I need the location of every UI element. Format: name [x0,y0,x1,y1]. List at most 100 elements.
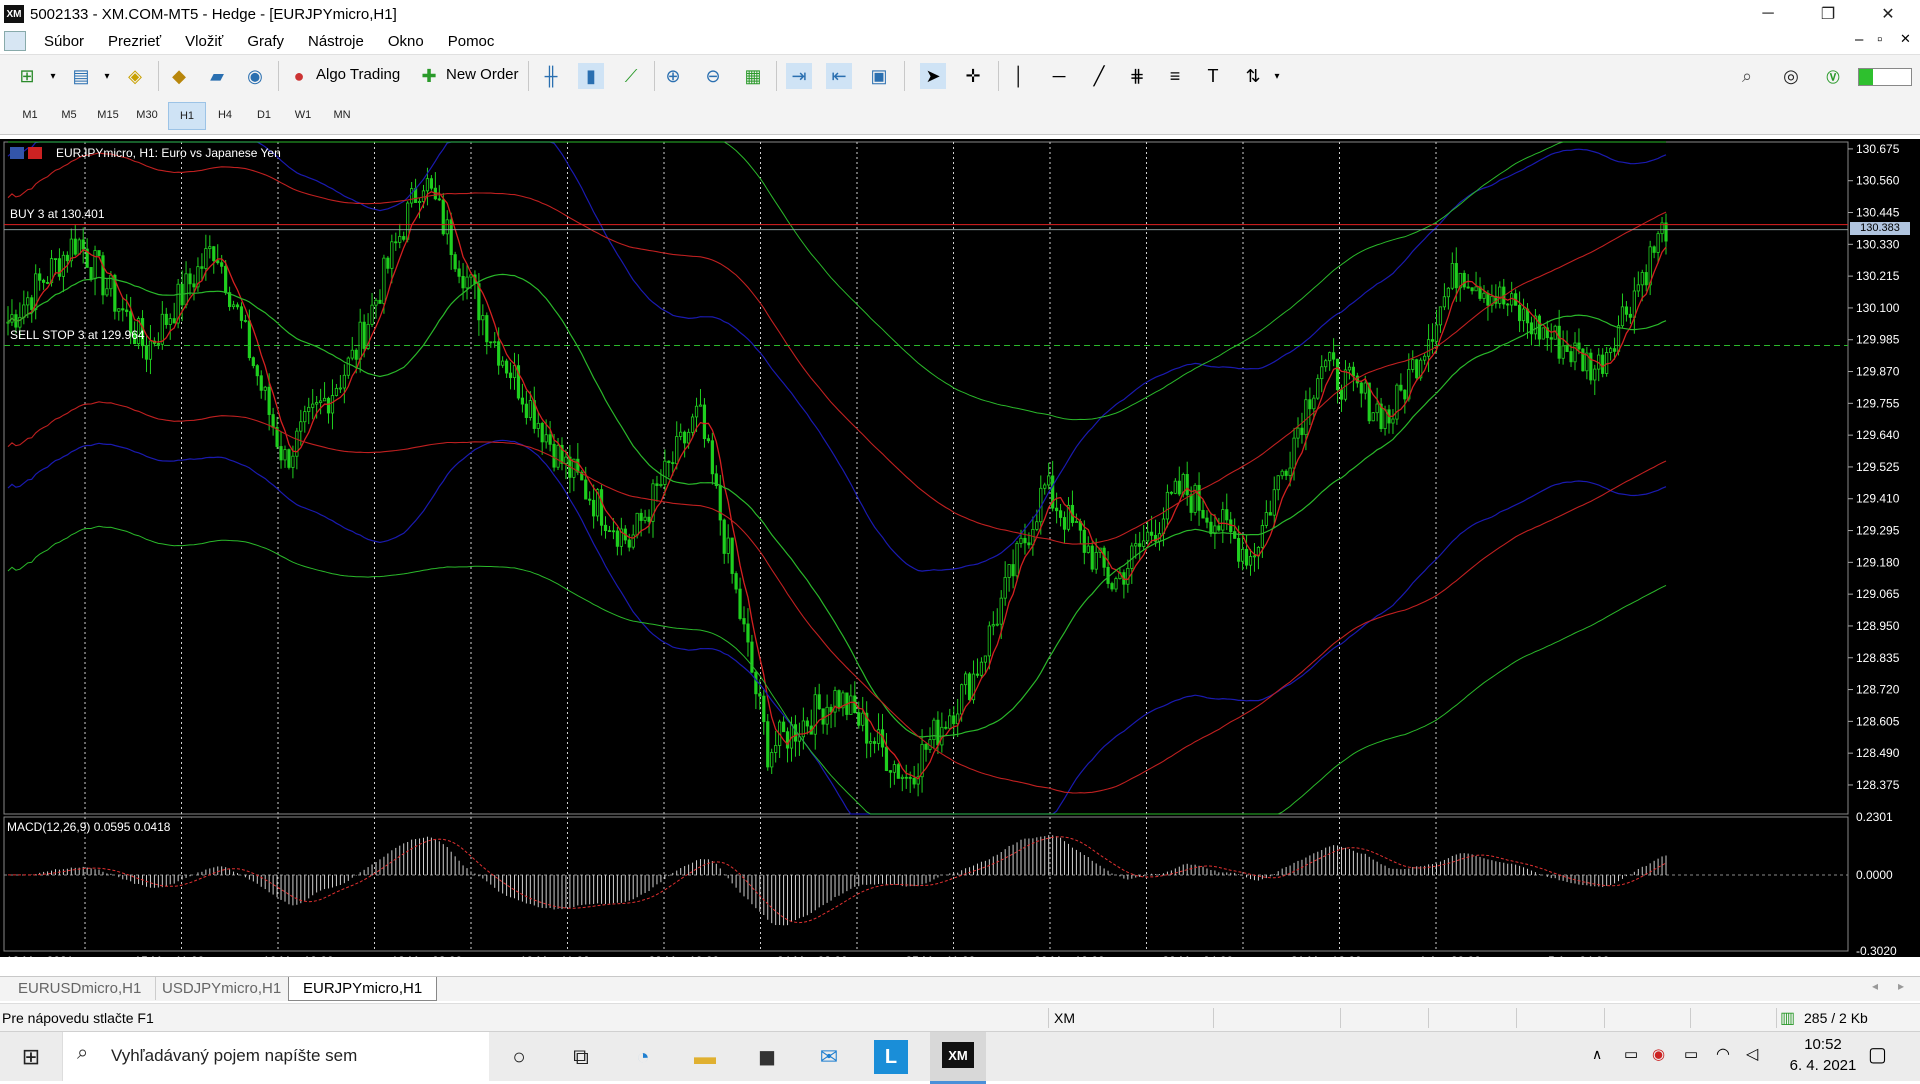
candle-body [1146,531,1150,542]
chart-shift-icon[interactable]: ⇤ [826,63,852,89]
strategy-tester-icon[interactable]: ◆ [166,63,192,89]
new-order-button[interactable]: New Order [446,66,519,83]
timeframe-d1[interactable]: D1 [246,102,282,128]
tray-meet-icon[interactable]: ▭ [1624,1045,1638,1063]
menu-window[interactable]: Okno [388,33,424,50]
menu-file[interactable]: Súbor [44,33,84,50]
edge-icon[interactable]: ◔ [626,1040,660,1074]
dropdown-arrow-icon[interactable]: ▾ [40,63,66,89]
candle-body [643,516,647,521]
sell-stop-order-label[interactable]: SELL STOP 3 at 129.964 [10,328,145,342]
tray-chevron-icon[interactable]: ∧ [1592,1046,1602,1063]
candle-body [849,695,853,715]
new-order-icon[interactable]: ✚ [416,63,442,89]
chart-area[interactable]: 12 Mar 2021 15 Mar 11:00 16 Mar 19:00 18 Ma… [0,139,1920,957]
candle-body [1126,567,1130,585]
candle-body [1225,509,1229,521]
candle-body [1086,545,1090,553]
l-app-icon[interactable]: L [874,1040,908,1074]
crosshair-icon[interactable]: ✛ [960,63,986,89]
line-chart-icon[interactable]: ⟋ [618,63,644,89]
trendline-icon[interactable]: ╱ [1086,63,1112,89]
zoom-out-icon[interactable]: ⊖ [700,63,726,89]
taskbar-xm-active[interactable]: XM [930,1032,986,1084]
fibonacci-icon[interactable]: ⋕ [1124,63,1150,89]
account-icon[interactable]: ◎ [1778,63,1804,89]
vps-icon[interactable]: Ⓥ [1820,63,1846,89]
timeframe-m30[interactable]: M30 [129,102,165,128]
taskbar-time[interactable]: 10:52 [1788,1036,1858,1053]
buy-order-label[interactable]: BUY 3 at 130.401 [10,207,105,221]
text-tool-icon[interactable]: T [1200,63,1226,89]
timeframe-h4[interactable]: H4 [207,102,243,128]
menu-view[interactable]: Prezrieť [108,33,161,50]
timeframe-mn[interactable]: MN [324,102,360,128]
tab-usdjpymicro[interactable]: USDJPYmicro,H1 [148,977,297,1000]
close-button[interactable]: ✕ [1860,0,1916,28]
signals-icon[interactable]: ◉ [242,63,268,89]
tab-eurusdmicro[interactable]: EURUSDmicro,H1 [4,977,157,1000]
algo-trading-icon[interactable]: ● [286,63,312,89]
windows-start-icon[interactable]: ⊞ [14,1040,48,1074]
taskbar-search-box[interactable]: ⌕ Vyhľadávaný pojem napíšte sem [62,1032,489,1081]
store-icon[interactable]: ◼ [750,1040,784,1074]
dropdown-arrow-icon[interactable]: ▾ [94,63,120,89]
task-view-icon[interactable]: ⧉ [564,1040,598,1074]
candle-body [1090,545,1094,570]
green-band-lower-line [7,525,1667,815]
market-watch-icon[interactable]: ◈ [122,63,148,89]
candle-body [295,430,299,457]
horizontal-line-icon[interactable]: ─ [1046,63,1072,89]
mdi-restore-button[interactable]: ▫ [1877,31,1882,48]
tray-antivirus-icon[interactable]: ◉ [1652,1045,1665,1063]
menu-insert[interactable]: Vložiť [185,33,223,50]
templates-icon[interactable]: ▣ [866,63,892,89]
notifications-icon[interactable]: ▢ [1868,1042,1887,1067]
vertical-line-icon[interactable]: │ [1006,63,1032,89]
volume-mute-icon[interactable]: ◁ [1746,1044,1758,1064]
timeframe-w1[interactable]: W1 [285,102,321,128]
candle-body [1134,543,1138,547]
tabs-scroll-left-icon[interactable]: ◂ [1872,979,1878,993]
file-explorer-icon[interactable]: ▬ [688,1040,722,1074]
auto-scroll-icon[interactable]: ⇥ [786,63,812,89]
mdi-close-button[interactable]: ✕ [1900,31,1911,47]
search-icon[interactable]: ⌕ [1734,63,1760,89]
mdi-minimize-button[interactable]: – [1855,31,1863,48]
equidistant-channel-icon[interactable]: ≡ [1162,63,1188,89]
mail-icon[interactable]: ✉ [812,1040,846,1074]
minimize-button[interactable]: ─ [1740,0,1796,28]
new-chart-icon[interactable]: ⊞ [14,63,40,89]
wifi-icon[interactable]: ◠ [1716,1044,1730,1064]
zoom-in-icon[interactable]: ⊕ [660,63,686,89]
timeframe-m1[interactable]: M1 [12,102,48,128]
algo-trading-button[interactable]: Algo Trading [316,66,400,83]
arrows-tool-icon[interactable]: ⇅ [1240,63,1266,89]
candle-body [884,746,889,771]
timeframe-m5[interactable]: M5 [51,102,87,128]
tab-eurjpymicro[interactable]: EURJPYmicro,H1 [288,977,438,1001]
tile-windows-icon[interactable]: ▦ [740,63,766,89]
chart-window-icon[interactable] [4,31,26,51]
menu-charts[interactable]: Grafy [247,33,284,50]
dropdown-arrow-icon[interactable]: ▾ [1264,63,1290,89]
profiles-icon[interactable]: ▤ [68,63,94,89]
chart-canvas[interactable]: 12 Mar 2021 15 Mar 11:00 16 Mar 19:00 18 Ma… [0,139,1920,957]
navigator-icon[interactable]: ▰ [204,63,230,89]
bar-chart-icon[interactable]: ╫ [538,63,564,89]
timeframe-h1[interactable]: H1 [168,102,206,130]
menu-help[interactable]: Pomoc [448,33,495,50]
cursor-icon[interactable]: ➤ [920,63,946,89]
cortana-icon[interactable]: ○ [502,1040,536,1074]
candle-body [255,365,259,377]
restore-button[interactable]: ❐ [1800,0,1856,28]
timeframe-m15[interactable]: M15 [90,102,126,128]
battery-icon[interactable]: ▭ [1684,1045,1698,1063]
candlestick-chart-icon[interactable]: ▮ [578,63,604,89]
tabs-scroll-right-icon[interactable]: ▸ [1898,979,1904,993]
candle-body [263,386,267,391]
menu-tools[interactable]: Nástroje [308,33,364,50]
candle-body [330,395,335,414]
candle-body [754,671,758,695]
taskbar-date[interactable]: 6. 4. 2021 [1780,1057,1866,1074]
